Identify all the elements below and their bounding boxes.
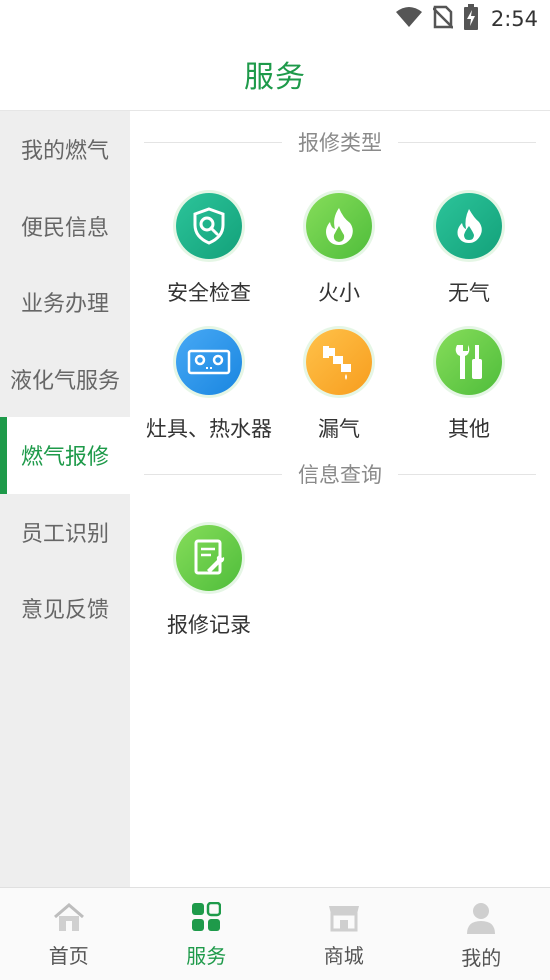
sidebar-item-label: 我的燃气 (21, 133, 109, 165)
tile-label: 火小 (318, 277, 360, 307)
divider (144, 142, 282, 143)
leaking-pipe-icon (306, 329, 372, 395)
tile-label: 其他 (448, 413, 490, 443)
sidebar-item-my-gas[interactable]: 我的燃气 (0, 111, 130, 188)
divider (398, 142, 536, 143)
stove-icon (176, 329, 242, 395)
tile-gas-leak[interactable]: 漏气 (264, 329, 414, 459)
sidebar-item-label: 业务办理 (21, 286, 109, 318)
sidebar-item-feedback[interactable]: 意见反馈 (0, 570, 130, 647)
section-header-repair-types: 报修类型 (144, 127, 536, 157)
sidebar-item-label: 燃气报修 (21, 439, 109, 471)
sidebar: 我的燃气 便民信息 业务办理 液化气服务 燃气报修 员工识别 意见反馈 (0, 111, 130, 887)
content-panel: 报修类型 安全检查 火小 无气 (130, 111, 550, 887)
flame-icon (436, 193, 502, 259)
wifi-icon (395, 6, 423, 32)
tile-safety-check[interactable]: 安全检查 (134, 193, 284, 323)
home-icon (52, 902, 86, 936)
status-time: 2:54 (491, 7, 538, 31)
status-icons: 2:54 (395, 6, 538, 32)
sidebar-item-lpg-service[interactable]: 液化气服务 (0, 341, 130, 418)
user-icon (466, 902, 496, 938)
nav-item-mine[interactable]: 我的 (413, 888, 550, 980)
tile-stove-heater[interactable]: 灶具、热水器 (134, 329, 284, 459)
sidebar-item-business[interactable]: 业务办理 (0, 264, 130, 341)
no-sim-icon (433, 5, 453, 33)
nav-item-service[interactable]: 服务 (138, 888, 276, 980)
tile-label: 报修记录 (167, 609, 251, 639)
nav-label: 商城 (324, 940, 364, 969)
battery-charging-icon (463, 4, 479, 34)
nav-label: 首页 (49, 940, 89, 969)
tile-low-flame[interactable]: 火小 (264, 193, 414, 323)
tile-other[interactable]: 其他 (394, 329, 544, 459)
tile-label: 安全检查 (167, 277, 251, 307)
sidebar-item-label: 液化气服务 (10, 363, 120, 395)
section-title: 报修类型 (282, 127, 398, 157)
divider (144, 474, 282, 475)
sidebar-item-staff-id[interactable]: 员工识别 (0, 494, 130, 571)
divider (398, 474, 536, 475)
section-title: 信息查询 (282, 459, 398, 489)
grid-icon (191, 902, 221, 936)
shield-search-icon (176, 193, 242, 259)
nav-item-mall[interactable]: 商城 (275, 888, 413, 980)
status-bar: 2:54 (0, 0, 550, 38)
store-icon (327, 902, 361, 936)
tile-label: 灶具、热水器 (146, 413, 272, 443)
header: 服务 (0, 38, 550, 111)
section-header-info-query: 信息查询 (144, 459, 536, 489)
sidebar-item-convenience-info[interactable]: 便民信息 (0, 188, 130, 265)
tools-icon (436, 329, 502, 395)
page-title: 服务 (244, 52, 306, 96)
tile-repair-record[interactable]: 报修记录 (134, 525, 284, 655)
sidebar-item-gas-repair[interactable]: 燃气报修 (0, 417, 130, 494)
sidebar-item-label: 便民信息 (21, 210, 109, 242)
sidebar-item-label: 员工识别 (21, 516, 109, 548)
tile-label: 无气 (448, 277, 490, 307)
bottom-nav: 首页 服务 商城 我的 (0, 887, 550, 980)
sidebar-item-label: 意见反馈 (21, 592, 109, 624)
nav-label: 服务 (186, 940, 226, 969)
tile-no-gas[interactable]: 无气 (394, 193, 544, 323)
nav-label: 我的 (461, 942, 501, 971)
fire-icon (306, 193, 372, 259)
tile-label: 漏气 (318, 413, 360, 443)
nav-item-home[interactable]: 首页 (0, 888, 138, 980)
repair-record-icon (176, 525, 242, 591)
